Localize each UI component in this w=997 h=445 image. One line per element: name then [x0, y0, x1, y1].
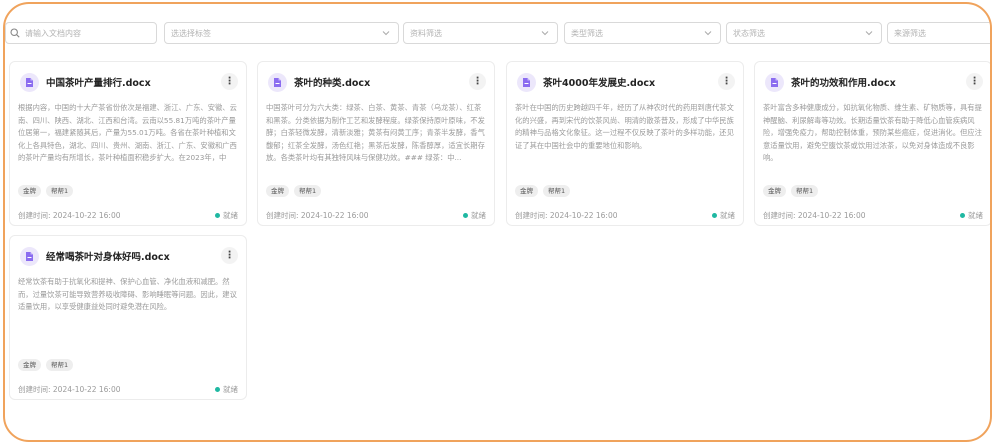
document-card[interactable]: 中国茶叶产量排行.docx ⋮ 根据内容，中国的十大产茶省份依次是福建、浙江、广… — [9, 61, 247, 226]
search-input[interactable]: 请输入文档内容 — [5, 22, 157, 44]
filter-bar: 请输入文档内容 选选择标签 资料筛选 类型筛选 状态筛选 来源筛选 — [5, 22, 990, 44]
tag: 金牌 — [763, 185, 786, 197]
tag: 金牌 — [18, 185, 41, 197]
type-filter-select[interactable]: 类型筛选 — [564, 22, 721, 44]
status-dot — [712, 213, 717, 218]
document-card[interactable]: 茶叶的功效和作用.docx ⋮ 茶叶富含多种健康成分，如抗氧化物质、维生素、矿物… — [754, 61, 990, 226]
card-title[interactable]: 茶叶4000年发展史.docx — [543, 75, 655, 89]
status-dot — [215, 387, 220, 392]
tag: 帮帮1 — [294, 185, 322, 197]
origin-filter-placeholder: 来源筛选 — [894, 28, 926, 38]
card-title[interactable]: 茶叶的种类.docx — [294, 75, 370, 89]
card-summary: 茶叶在中国的历史跨越四千年，经历了从神农时代的药用到唐代茶文化的兴盛，再到宋代的… — [515, 103, 734, 150]
status-filter-select[interactable]: 状态筛选 — [726, 22, 882, 44]
status-badge: 就绪 — [960, 210, 983, 221]
card-summary: 茶叶富含多种健康成分，如抗氧化物质、维生素、矿物质等，具有提神醒脑、利尿解毒等功… — [763, 103, 982, 162]
tag: 金牌 — [266, 185, 289, 197]
document-icon — [517, 73, 536, 92]
status-label: 就绪 — [223, 211, 238, 220]
status-badge: 就绪 — [215, 384, 238, 395]
more-options-button[interactable]: ⋮ — [221, 247, 238, 264]
type-filter-placeholder: 类型筛选 — [571, 28, 603, 38]
tag-list: 金牌 帮帮1 — [18, 359, 74, 371]
card-title[interactable]: 茶叶的功效和作用.docx — [791, 75, 896, 89]
status-badge: 就绪 — [215, 210, 238, 221]
status-label: 就绪 — [223, 385, 238, 394]
search-placeholder: 请输入文档内容 — [25, 28, 81, 38]
more-options-button[interactable]: ⋮ — [966, 73, 983, 90]
card-title[interactable]: 中国茶叶产量排行.docx — [46, 75, 151, 89]
tag-filter-select[interactable]: 选选择标签 — [164, 22, 399, 44]
created-time: 创建时间: 2024-10-22 16:00 — [515, 211, 618, 220]
chevron-down-icon — [865, 31, 873, 36]
tag: 金牌 — [18, 359, 41, 371]
created-time: 创建时间: 2024-10-22 16:00 — [18, 385, 121, 394]
chevron-down-icon — [382, 31, 390, 36]
card-summary: 经常饮茶有助于抗氧化和提神、保护心血管、净化血液和减肥。然而，过量饮茶可能导致营… — [18, 277, 237, 311]
document-icon — [268, 73, 287, 92]
document-icon — [765, 73, 784, 92]
tag-filter-placeholder: 选选择标签 — [171, 28, 211, 38]
card-title[interactable]: 经常喝茶叶对身体好吗.docx — [46, 249, 170, 263]
tag: 帮帮1 — [46, 185, 74, 197]
more-options-button[interactable]: ⋮ — [469, 73, 486, 90]
status-badge: 就绪 — [463, 210, 486, 221]
material-filter-placeholder: 资料筛选 — [410, 28, 442, 38]
created-time: 创建时间: 2024-10-22 16:00 — [266, 211, 369, 220]
status-filter-placeholder: 状态筛选 — [733, 28, 765, 38]
card-summary: 根据内容，中国的十大产茶省份依次是福建、浙江、广东、安徽、云南、四川、陕西、湖北… — [18, 103, 237, 166]
created-time: 创建时间: 2024-10-22 16:00 — [763, 211, 866, 220]
search-icon — [10, 28, 20, 38]
tag-list: 金牌 帮帮1 — [266, 185, 322, 197]
tag: 帮帮1 — [791, 185, 819, 197]
status-label: 就绪 — [720, 211, 735, 220]
status-dot — [960, 213, 965, 218]
document-card[interactable]: 茶叶4000年发展史.docx ⋮ 茶叶在中国的历史跨越四千年，经历了从神农时代… — [506, 61, 744, 226]
status-dot — [215, 213, 220, 218]
origin-filter-select[interactable]: 来源筛选 — [887, 22, 990, 44]
more-options-button[interactable]: ⋮ — [718, 73, 735, 90]
document-card[interactable]: 经常喝茶叶对身体好吗.docx ⋮ 经常饮茶有助于抗氧化和提神、保护心血管、净化… — [9, 235, 247, 400]
chevron-down-icon — [541, 31, 549, 36]
document-icon — [20, 247, 39, 266]
chevron-down-icon — [704, 31, 712, 36]
tag-list: 金牌 帮帮1 — [763, 185, 819, 197]
more-options-button[interactable]: ⋮ — [221, 73, 238, 90]
main-panel: 请输入文档内容 选选择标签 资料筛选 类型筛选 状态筛选 来源筛选 中国茶叶产量… — [3, 2, 992, 442]
document-icon — [20, 73, 39, 92]
status-label: 就绪 — [968, 211, 983, 220]
card-summary: 中国茶叶可分为六大类：绿茶、白茶、黄茶、青茶（乌龙茶）、红茶和黑茶。分类依据为制… — [266, 103, 485, 162]
document-card[interactable]: 茶叶的种类.docx ⋮ 中国茶叶可分为六大类：绿茶、白茶、黄茶、青茶（乌龙茶）… — [257, 61, 495, 226]
status-badge: 就绪 — [712, 210, 735, 221]
tag: 帮帮1 — [543, 185, 571, 197]
tag: 金牌 — [515, 185, 538, 197]
tag-list: 金牌 帮帮1 — [515, 185, 571, 197]
tag-list: 金牌 帮帮1 — [18, 185, 74, 197]
created-time: 创建时间: 2024-10-22 16:00 — [18, 211, 121, 220]
status-label: 就绪 — [471, 211, 486, 220]
source-material-filter-select[interactable]: 资料筛选 — [403, 22, 558, 44]
status-dot — [463, 213, 468, 218]
tag: 帮帮1 — [46, 359, 74, 371]
